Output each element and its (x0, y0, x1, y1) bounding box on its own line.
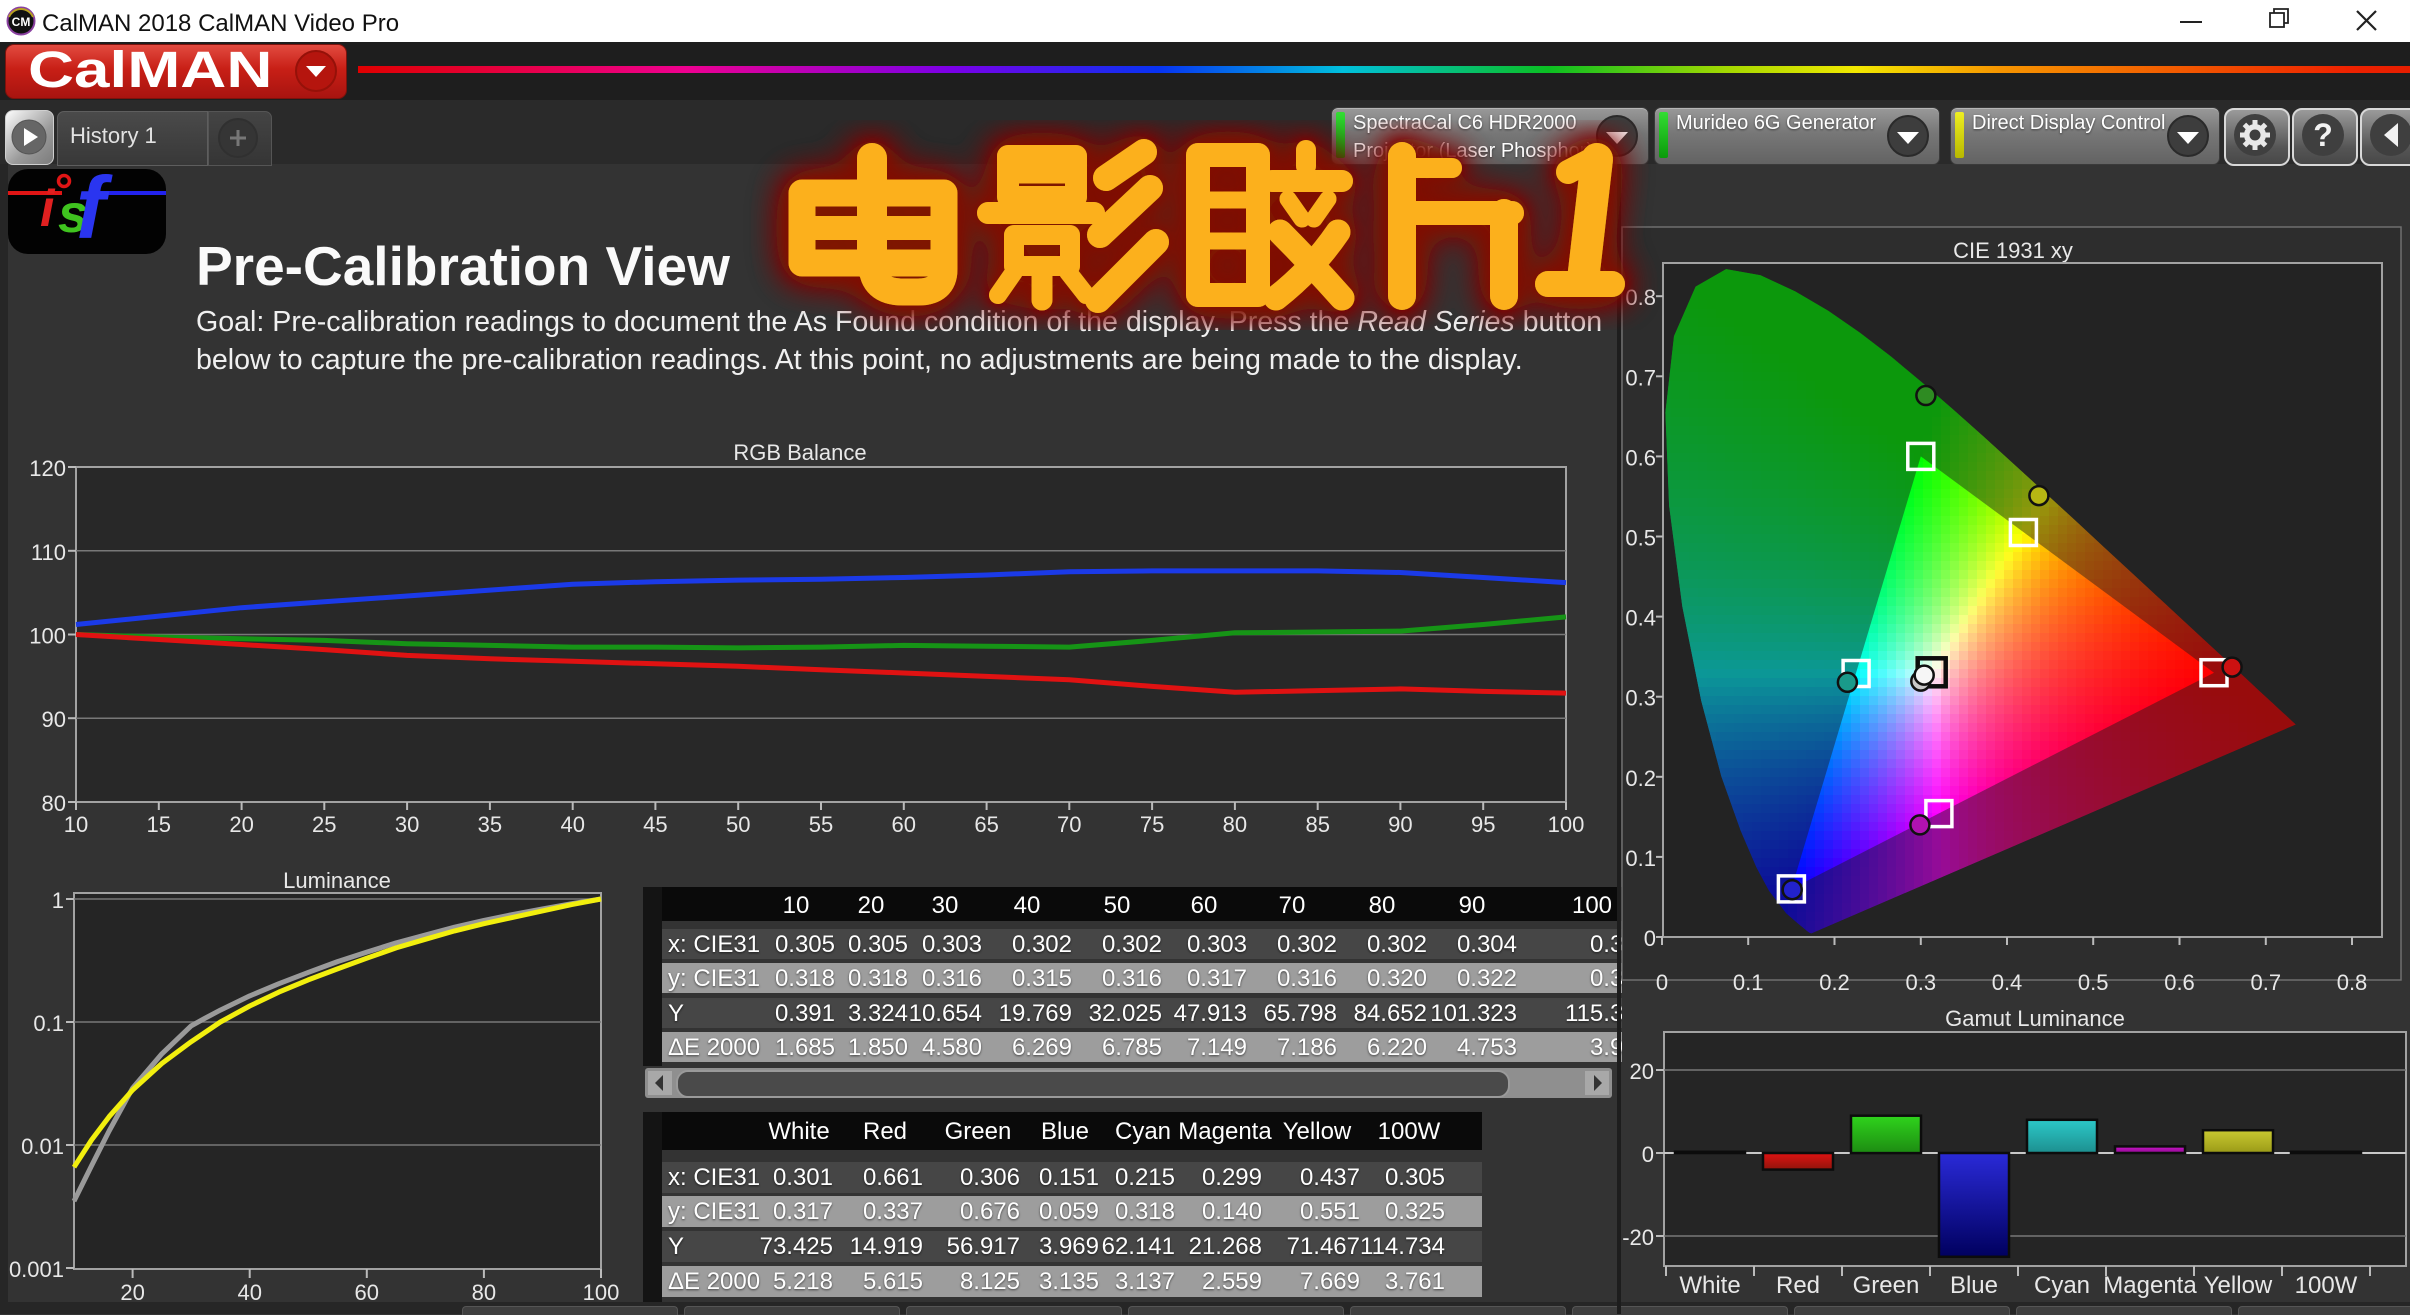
svg-text:Green: Green (1853, 1272, 1920, 1299)
svg-text:30: 30 (395, 812, 419, 837)
svg-text:i: i (40, 180, 56, 238)
svg-text:85: 85 (1305, 812, 1329, 837)
svg-text:0: 0 (1656, 970, 1668, 995)
svg-text:40: 40 (560, 812, 584, 837)
svg-text:0.4: 0.4 (1992, 970, 2023, 995)
svg-text:0.3: 0.3 (1625, 686, 1656, 711)
svg-text:-20: -20 (1622, 1225, 1654, 1250)
svg-text:Luminance: Luminance (283, 868, 391, 893)
svg-text:15: 15 (147, 812, 171, 837)
svg-text:25: 25 (312, 812, 336, 837)
svg-text:100: 100 (29, 624, 66, 649)
svg-text:70: 70 (1057, 812, 1081, 837)
svg-text:0.7: 0.7 (2251, 970, 2282, 995)
svg-text:Yellow: Yellow (2204, 1272, 2273, 1299)
svg-text:120: 120 (29, 456, 66, 481)
svg-text:75: 75 (1140, 812, 1164, 837)
svg-text:Cyan: Cyan (2034, 1272, 2090, 1299)
svg-text:Gamut Luminance: Gamut Luminance (1945, 1006, 2125, 1031)
svg-text:0.001: 0.001 (9, 1257, 64, 1282)
svg-text:White: White (1679, 1272, 1740, 1299)
svg-text:35: 35 (478, 812, 502, 837)
svg-text:?: ? (2313, 117, 2333, 153)
svg-text:0.1: 0.1 (1733, 970, 1764, 995)
svg-text:90: 90 (42, 707, 66, 732)
svg-text:0.8: 0.8 (1625, 285, 1656, 310)
svg-text:0.4: 0.4 (1625, 606, 1656, 631)
svg-text:CIE 1931 xy: CIE 1931 xy (1953, 238, 2073, 263)
svg-text:60: 60 (892, 812, 916, 837)
svg-text:Blue: Blue (1950, 1272, 1998, 1299)
svg-text:0.2: 0.2 (1819, 970, 1850, 995)
svg-text:RGB Balance: RGB Balance (733, 440, 866, 465)
svg-text:80: 80 (1223, 812, 1247, 837)
svg-text:0: 0 (1642, 1142, 1654, 1167)
svg-text:Magenta: Magenta (2103, 1272, 2197, 1299)
svg-text:100W: 100W (2295, 1272, 2358, 1299)
svg-text:0.2: 0.2 (1625, 766, 1656, 791)
svg-text:20: 20 (1630, 1059, 1654, 1084)
svg-text:0: 0 (1644, 926, 1656, 951)
svg-text:100: 100 (1548, 812, 1585, 837)
svg-text:95: 95 (1471, 812, 1495, 837)
svg-text:0.3: 0.3 (1906, 970, 1937, 995)
svg-text:10: 10 (64, 812, 88, 837)
svg-text:0.01: 0.01 (21, 1134, 64, 1159)
svg-text:50: 50 (726, 812, 750, 837)
svg-text:20: 20 (229, 812, 253, 837)
svg-text:0.7: 0.7 (1625, 365, 1656, 390)
svg-text:0.5: 0.5 (2078, 970, 2109, 995)
svg-text:1: 1 (52, 888, 64, 913)
svg-text:65: 65 (974, 812, 998, 837)
svg-text:Red: Red (1776, 1272, 1820, 1299)
svg-text:0.5: 0.5 (1625, 526, 1656, 551)
svg-text:0.8: 0.8 (2337, 970, 2368, 995)
svg-text:0.1: 0.1 (33, 1011, 64, 1036)
svg-text:80: 80 (42, 791, 66, 816)
svg-text:110: 110 (31, 540, 66, 565)
svg-text:55: 55 (809, 812, 833, 837)
svg-text:0.6: 0.6 (1625, 445, 1656, 470)
svg-text:0.1: 0.1 (1625, 846, 1656, 871)
svg-text:45: 45 (643, 812, 667, 837)
svg-text:0.6: 0.6 (2164, 970, 2195, 995)
svg-text:CM: CM (12, 15, 31, 29)
svg-text:90: 90 (1388, 812, 1412, 837)
